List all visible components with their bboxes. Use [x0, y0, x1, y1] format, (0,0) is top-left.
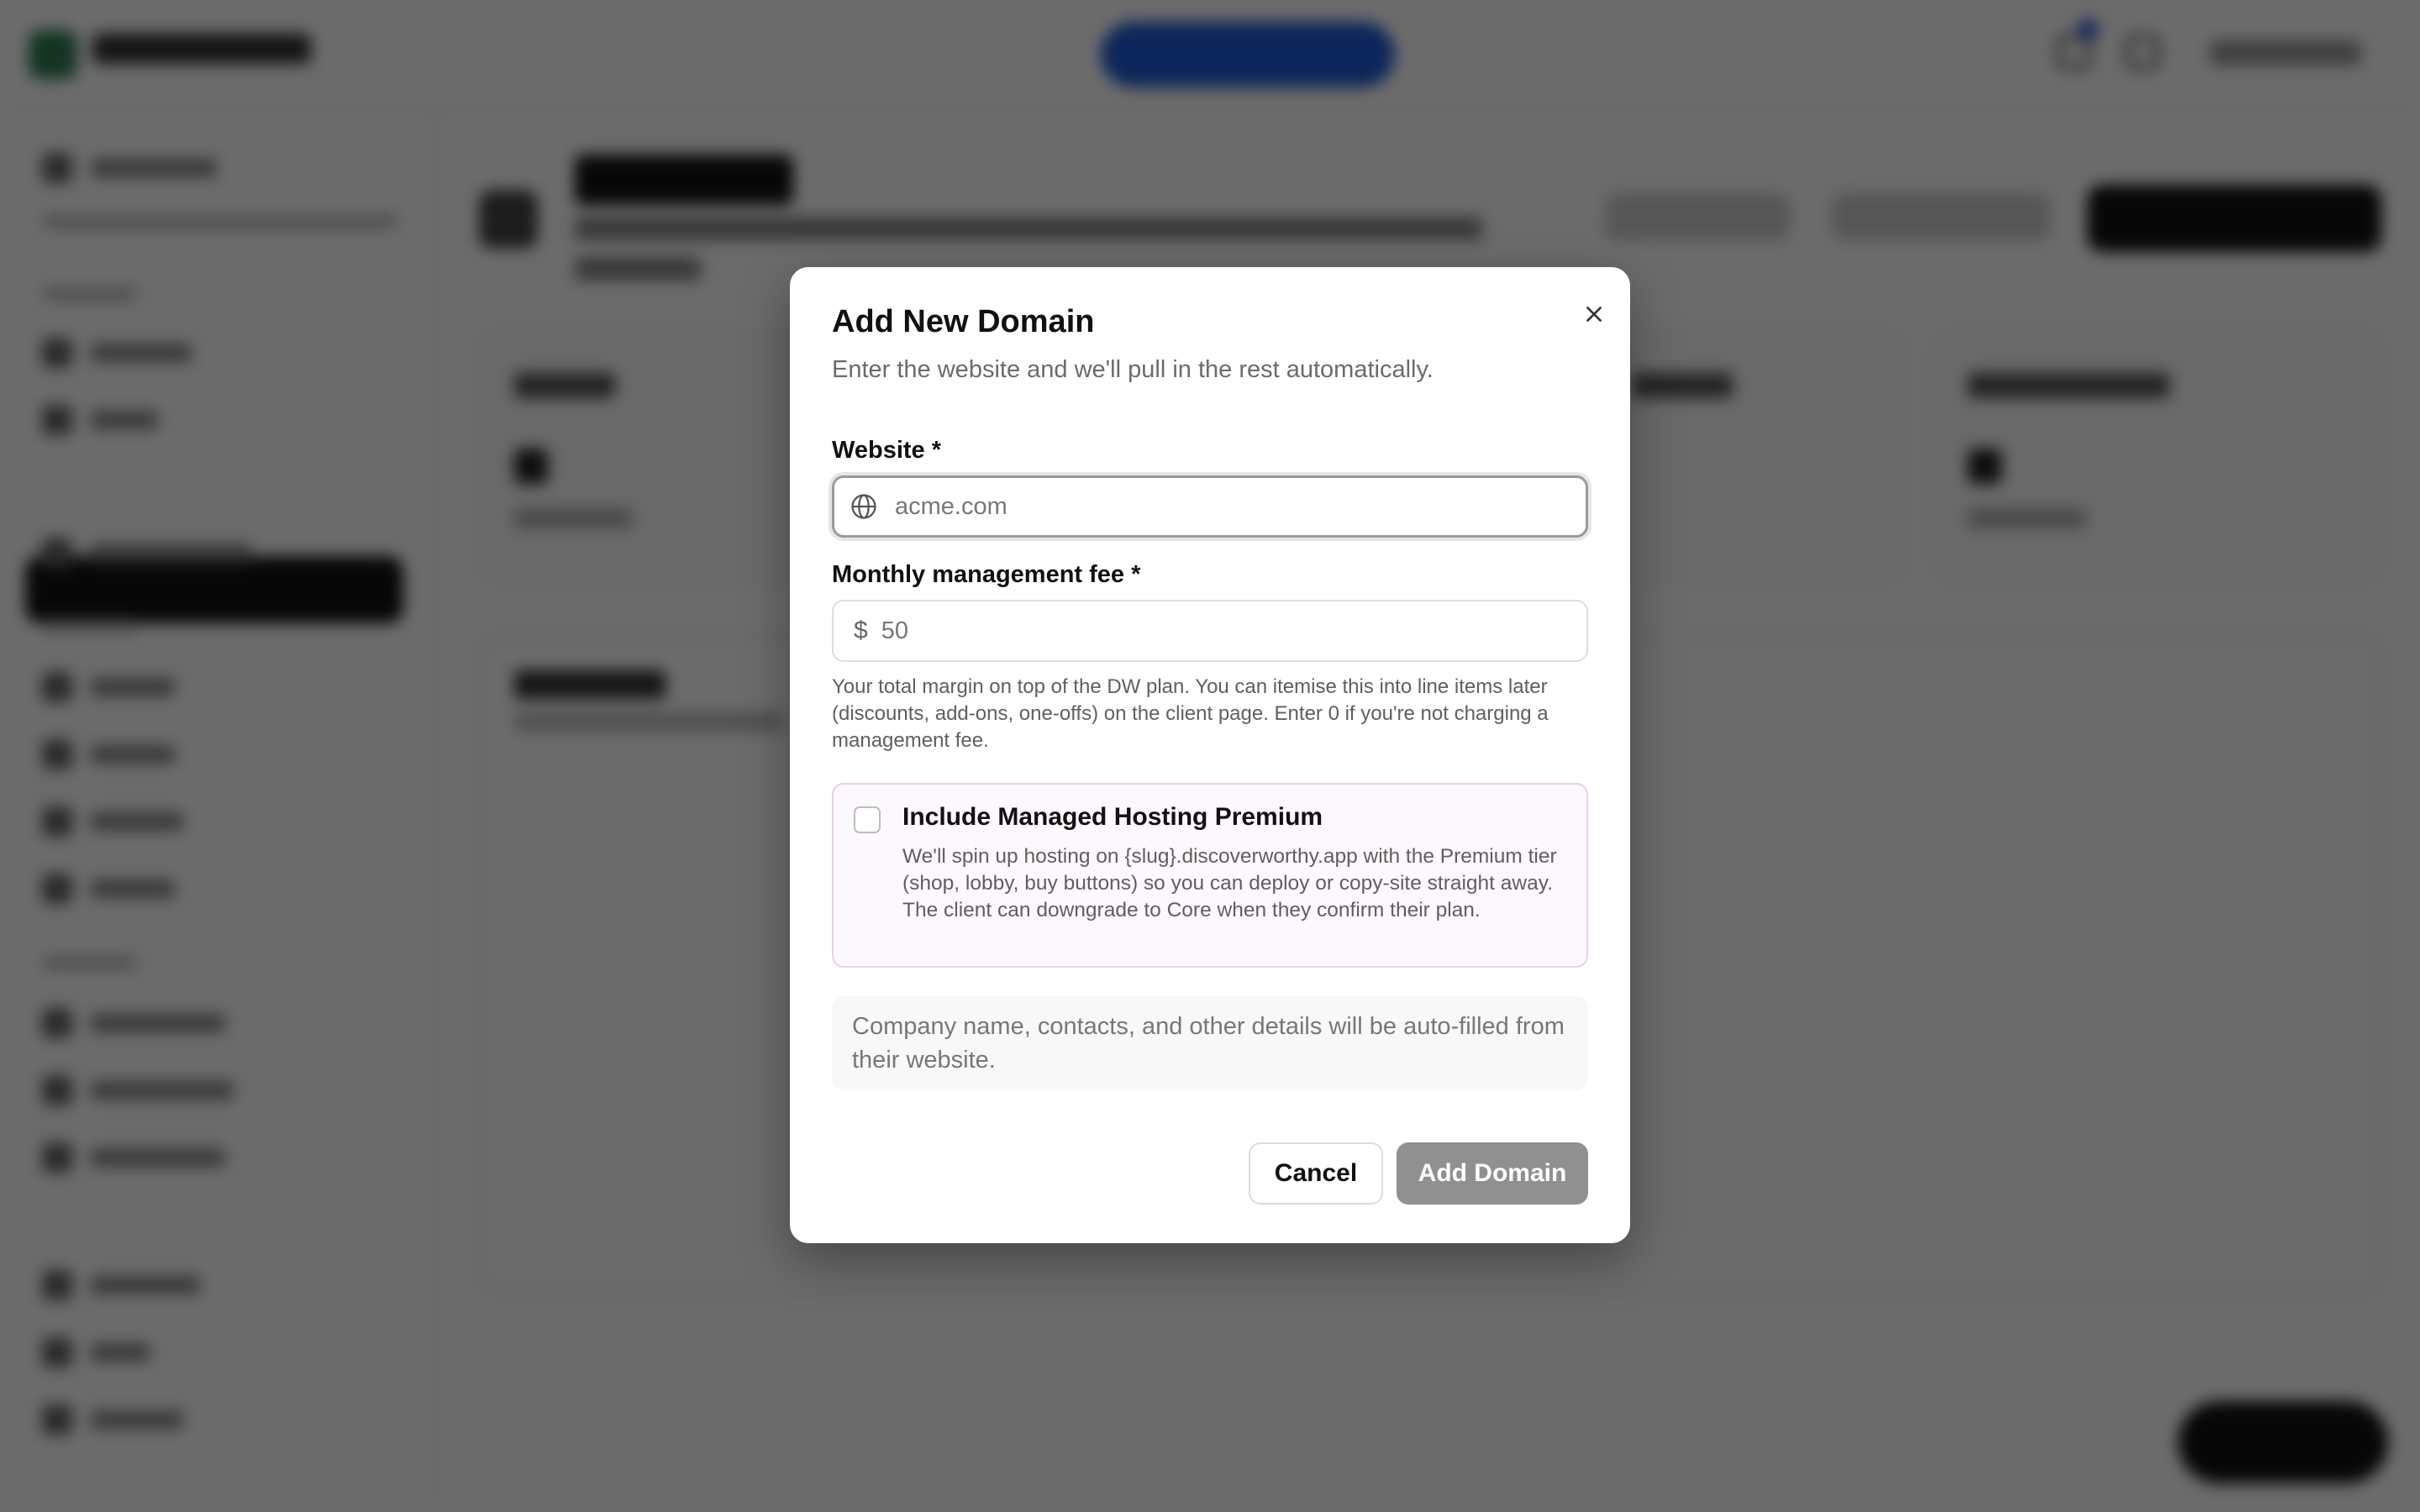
dialog-subtitle: Enter the website and we'll pull in the …: [832, 356, 1434, 383]
premium-hosting-option[interactable]: Include Managed Hosting Premium We'll sp…: [832, 783, 1588, 968]
website-field[interactable]: [832, 475, 1588, 538]
premium-hosting-description: We'll spin up hosting on {slug}.discover…: [902, 845, 1557, 921]
fee-help-text: Your total margin on top of the DW plan.…: [832, 675, 1549, 752]
website-label: Website *: [832, 437, 942, 464]
fee-input[interactable]: [881, 601, 1586, 660]
cancel-button[interactable]: Cancel: [1249, 1142, 1383, 1205]
add-domain-button[interactable]: Add Domain: [1397, 1142, 1588, 1205]
premium-hosting-checkbox[interactable]: [854, 806, 881, 833]
fee-field[interactable]: $: [832, 600, 1588, 662]
globe-icon: [851, 494, 876, 519]
autofill-info: Company name, contacts, and other detail…: [832, 996, 1588, 1090]
website-input[interactable]: [895, 478, 1586, 535]
dialog-title: Add New Domain: [832, 304, 1095, 339]
premium-hosting-title: Include Managed Hosting Premium: [902, 803, 1323, 831]
close-button[interactable]: [1576, 296, 1612, 333]
close-icon: [1586, 307, 1602, 322]
add-domain-dialog: Add New Domain Enter the website and we'…: [790, 267, 1630, 1243]
currency-symbol: $: [854, 617, 868, 644]
fee-label: Monthly management fee *: [832, 561, 1141, 588]
